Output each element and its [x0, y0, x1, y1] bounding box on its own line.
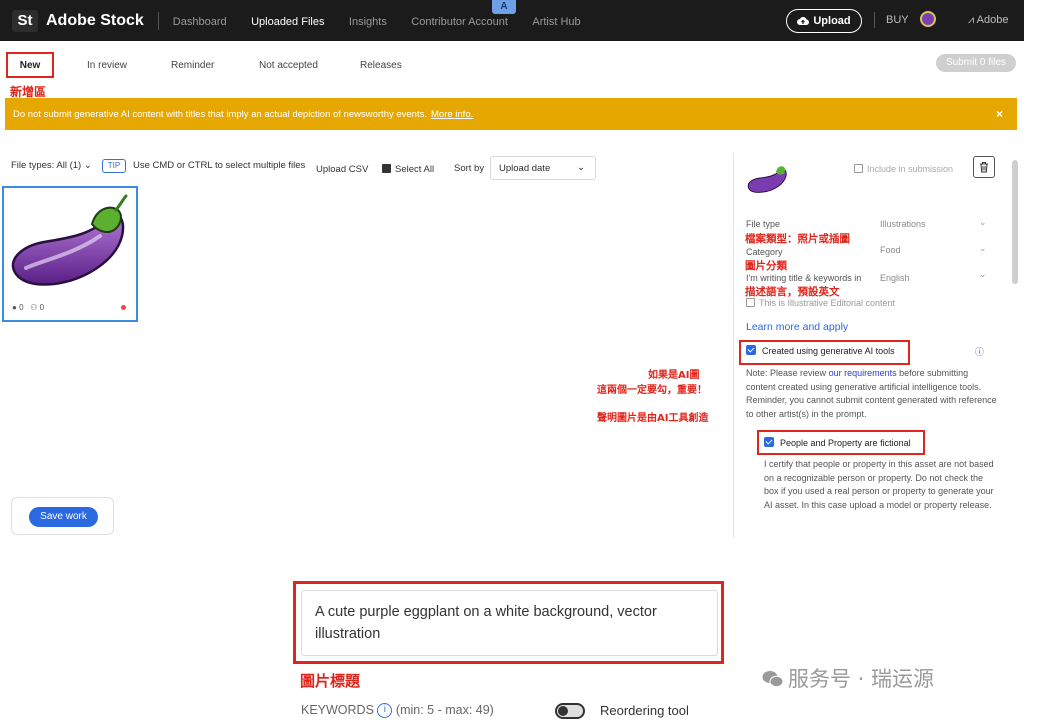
tip-badge: TIP [102, 159, 126, 173]
checkbox-icon [854, 164, 863, 173]
category-label: Category [746, 247, 783, 257]
nav-dashboard[interactable]: Dashboard [173, 16, 227, 28]
reordering-label: Reordering tool [600, 703, 689, 718]
chevron-down-icon: ⌄ [83, 160, 92, 171]
divider [874, 12, 875, 28]
close-icon[interactable]: × [996, 107, 1003, 121]
title-text: A cute purple eggplant on a white backgr… [315, 604, 657, 642]
annotation-ai-3: 聲明圖片是由AI工具創造 [597, 413, 709, 424]
upload-label: Upload [813, 15, 851, 27]
sort-by-label: Sort by [454, 163, 485, 174]
chevron-down-icon: ⌄ [577, 162, 585, 173]
file-thumbnail-card[interactable] [2, 186, 138, 322]
page-root: St Adobe Stock Dashboard Uploaded Files … [0, 0, 1044, 721]
note-prefix: Note: Please review [746, 368, 827, 378]
adobe-icon: ⩘ [968, 14, 977, 26]
keywords-range: (min: 5 - max: 49) [395, 703, 494, 717]
watermark-text: 服务号 · 瑞运源 [788, 667, 935, 691]
warning-text: Do not submit generative AI content with… [13, 108, 427, 120]
tags-count: 0 [19, 303, 24, 312]
reordering-toggle[interactable] [555, 703, 585, 719]
highlight-gen-ai [739, 340, 910, 365]
nav-artist-hub[interactable]: Artist Hub [532, 16, 580, 28]
more-info-link[interactable]: More info. [431, 109, 473, 120]
eggplant-thumbnail [11, 194, 128, 286]
chevron-down-icon: ⌄ [979, 243, 987, 253]
annotation-category: 圖片分類 [745, 260, 787, 272]
divider [157, 11, 159, 30]
editorial-checkbox[interactable]: This is Illustrative Editorial content [746, 298, 895, 308]
select-all-label: Select All [395, 164, 435, 175]
checkbox-icon [382, 164, 391, 173]
adobe-label: Adobe [976, 14, 1009, 26]
gen-ai-note: Note: Please review our requirements bef… [746, 367, 998, 421]
file-type-label: File type [746, 219, 781, 229]
buy-link[interactable]: BUY [886, 14, 909, 26]
upload-button[interactable]: Upload [786, 9, 862, 33]
cloud-upload-icon [797, 17, 810, 26]
editorial-label: This is Illustrative Editorial content [759, 298, 896, 308]
tip-text: Use CMD or CTRL to select multiple files [133, 160, 306, 171]
main-nav: Dashboard Uploaded Files Insights Contri… [173, 12, 601, 30]
highlight-fictional [757, 430, 925, 455]
info-icon[interactable]: ⓘ [975, 345, 984, 358]
people-icon: ⚇ [30, 303, 38, 312]
file-types-label: File types: All (1) [11, 160, 82, 171]
tab-reminder[interactable]: Reminder [171, 60, 214, 71]
info-icon[interactable]: i [377, 703, 393, 718]
annotation-ai-2: 這兩個一定要勾，重要！ [597, 385, 707, 396]
annotation-file-type: 檔案類型：照片或插圖 [745, 233, 850, 245]
save-work-container: Save work [11, 497, 114, 535]
learn-more-link[interactable]: Learn more and apply [746, 321, 848, 333]
keywords-row: KEYWORDS i (min: 5 - max: 49) [301, 703, 494, 718]
save-work-button[interactable]: Save work [29, 507, 98, 527]
adobe-link[interactable]: ⩘ Adobe [968, 14, 1008, 27]
include-label: Include in submission [867, 164, 954, 174]
people-count: 0 [39, 303, 45, 312]
chevron-down-icon: ⌄ [979, 217, 987, 227]
category-select[interactable]: Food [880, 245, 901, 255]
sort-value: Upload date [499, 163, 551, 174]
adobe-stock-logo[interactable]: St [12, 9, 38, 32]
language-select[interactable]: English [880, 273, 910, 283]
nav-contributor-account[interactable]: Contributor Account [411, 16, 508, 28]
chevron-down-icon: ⌄ [979, 269, 987, 279]
tag-icon: ● [12, 303, 17, 312]
select-all-checkbox[interactable]: Select All [382, 164, 434, 175]
tab-not-accepted[interactable]: Not accepted [259, 60, 318, 71]
card-meta: ● 0 ⚇ 0 [12, 303, 44, 312]
include-in-submission-checkbox[interactable]: Include in submission [854, 164, 953, 174]
tab-new[interactable]: New [6, 52, 54, 78]
checkbox-icon [746, 298, 755, 307]
annotation-ai-1: 如果是AI圖 [648, 370, 700, 381]
language-label: I'm writing title & keywords in [746, 273, 862, 283]
requirements-link[interactable]: our requirements [829, 368, 897, 378]
eggplant-preview [747, 166, 787, 193]
status-dot [121, 305, 126, 310]
user-avatar[interactable] [920, 11, 936, 27]
upload-csv-link[interactable]: Upload CSV [316, 164, 368, 175]
tab-in-review[interactable]: In review [87, 60, 127, 71]
submit-files-button[interactable]: Submit 0 files [936, 54, 1016, 72]
file-types-dropdown[interactable]: File types: All (1) ⌄ [11, 160, 92, 171]
tab-releases[interactable]: Releases [360, 60, 402, 71]
file-type-select[interactable]: Illustrations [880, 219, 926, 229]
sort-select[interactable]: Upload date ⌄ [490, 156, 596, 180]
watermark: 服务号 · 瑞运源 [762, 663, 934, 693]
nav-insights[interactable]: Insights [349, 16, 387, 28]
extension-badge: A [492, 0, 516, 14]
keywords-label: KEYWORDS [301, 703, 374, 717]
annotation-title: 圖片標題 [300, 672, 361, 690]
certify-text: I certify that people or property in thi… [764, 459, 994, 510]
panel-scrollbar[interactable] [1012, 160, 1018, 284]
warning-banner: Do not submit generative AI content with… [5, 98, 1017, 130]
wechat-icon [762, 671, 784, 688]
nav-uploaded-files[interactable]: Uploaded Files [251, 16, 324, 28]
brand-name[interactable]: Adobe Stock [46, 12, 144, 30]
annotation-language: 描述語言，預設英文 [745, 286, 840, 298]
trash-icon[interactable] [973, 156, 995, 178]
